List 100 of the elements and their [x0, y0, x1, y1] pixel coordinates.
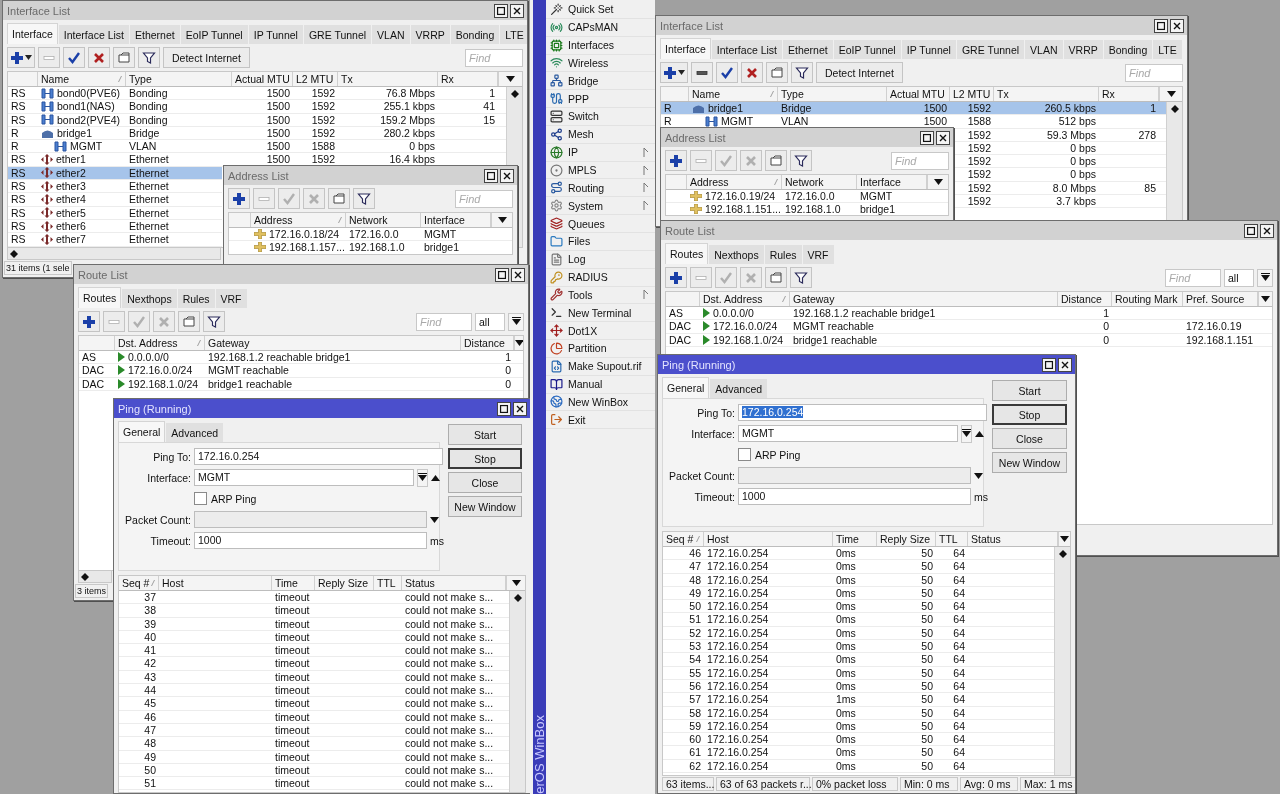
enable-button[interactable]: [63, 47, 85, 68]
column-header[interactable]: Routing Mark: [1112, 292, 1183, 306]
column-header[interactable]: Time: [833, 532, 877, 546]
column-header[interactable]: Tx: [338, 72, 438, 86]
tab[interactable]: GRE Tunnel: [303, 25, 372, 44]
find-field[interactable]: Find: [891, 151, 949, 170]
enable-button[interactable]: [716, 62, 738, 83]
column-header[interactable]: Dst. Address: [700, 292, 790, 306]
menu-item[interactable]: Manual: [546, 375, 655, 394]
tab[interactable]: Interface: [660, 38, 711, 59]
horizontal-scrollbar[interactable]: [7, 248, 221, 260]
push-button[interactable]: New Window: [992, 452, 1067, 473]
column-header[interactable]: Interface: [857, 175, 927, 189]
find-field[interactable]: Find: [1165, 268, 1221, 287]
column-header[interactable]: Actual MTU: [232, 72, 293, 86]
find-field[interactable]: Find: [1125, 63, 1183, 82]
column-header[interactable]: Seq #: [119, 576, 159, 590]
find-field[interactable]: Find: [416, 312, 472, 331]
tab[interactable]: VLAN: [372, 25, 410, 44]
column-header[interactable]: Status: [968, 532, 1058, 546]
column-menu-button[interactable]: [514, 336, 523, 350]
close-icon[interactable]: [510, 3, 524, 18]
scope-dropdown[interactable]: all: [475, 312, 505, 331]
tab[interactable]: Ethernet: [783, 40, 833, 59]
maximize-icon[interactable]: [1042, 357, 1056, 372]
ping-to-field[interactable]: 172.16.0.254: [194, 448, 443, 465]
close-icon[interactable]: [1170, 18, 1184, 33]
menu-item[interactable]: Queues: [546, 215, 655, 233]
add-button[interactable]: [665, 150, 687, 171]
find-field[interactable]: Find: [455, 189, 513, 208]
column-header[interactable]: Status: [402, 576, 506, 590]
tab[interactable]: IP Tunnel: [248, 25, 303, 44]
add-button[interactable]: [78, 311, 100, 332]
tab[interactable]: Interface List: [711, 40, 782, 59]
column-header[interactable]: Name: [689, 87, 778, 101]
add-menu-button[interactable]: [7, 47, 35, 68]
column-header[interactable]: Address: [251, 213, 346, 227]
column-header[interactable]: Address: [687, 175, 782, 189]
horizontal-scrollbar[interactable]: [78, 571, 112, 583]
menu-item[interactable]: Routing: [546, 179, 655, 198]
column-header[interactable]: Time: [272, 576, 315, 590]
column-header[interactable]: Dst. Address: [115, 336, 205, 350]
close-icon[interactable]: [513, 401, 527, 416]
tab[interactable]: VRRP: [410, 25, 450, 44]
column-header[interactable]: Type: [778, 87, 887, 101]
menu-item[interactable]: Interfaces: [546, 36, 655, 55]
filter-button[interactable]: [790, 150, 812, 171]
tab[interactable]: Nexthops: [709, 245, 764, 264]
dropdown-button[interactable]: [1257, 268, 1273, 287]
menu-item[interactable]: Switch: [546, 108, 655, 126]
scrollbar[interactable]: [509, 591, 525, 792]
tab[interactable]: Rules: [764, 245, 802, 264]
tab[interactable]: Bonding: [450, 25, 500, 44]
tab[interactable]: Ethernet: [130, 25, 180, 44]
disable-button[interactable]: [741, 62, 763, 83]
close-icon[interactable]: [500, 168, 514, 183]
timeout-field[interactable]: 1000: [738, 488, 971, 505]
tab[interactable]: VRF: [802, 245, 834, 264]
add-button[interactable]: [665, 267, 687, 288]
tab[interactable]: Bonding: [1103, 40, 1153, 59]
close-icon[interactable]: [936, 130, 950, 145]
column-header[interactable]: Distance: [1058, 292, 1112, 306]
scope-dropdown[interactable]: all: [1224, 268, 1254, 287]
remove-button[interactable]: [691, 62, 713, 83]
tab[interactable]: Routes: [78, 287, 122, 308]
tab[interactable]: EoIP Tunnel: [833, 40, 901, 59]
menu-item[interactable]: Log: [546, 250, 655, 269]
column-header[interactable]: Network: [782, 175, 857, 189]
menu-item[interactable]: System: [546, 197, 655, 216]
column-header[interactable]: TTL: [374, 576, 402, 590]
maximize-icon[interactable]: [494, 3, 508, 18]
push-button[interactable]: Stop: [992, 404, 1067, 425]
find-field[interactable]: Find: [465, 48, 523, 67]
tab[interactable]: Advanced: [710, 379, 768, 398]
tab[interactable]: VLAN: [1025, 40, 1063, 59]
menu-item[interactable]: MPLS: [546, 161, 655, 180]
disable-button[interactable]: [88, 47, 110, 68]
selected-row[interactable]: R bridge1 Bridge 1500 1592 260.5 kbps 1: [661, 102, 1166, 116]
tab[interactable]: IP Tunnel: [901, 40, 956, 59]
tab[interactable]: Interface: [7, 23, 58, 44]
filter-button[interactable]: [790, 267, 812, 288]
interface-field[interactable]: MGMT: [194, 469, 414, 486]
tab[interactable]: Nexthops: [122, 289, 177, 308]
filter-button[interactable]: [791, 62, 813, 83]
close-icon[interactable]: [511, 267, 525, 282]
tab[interactable]: Advanced: [166, 423, 224, 442]
maximize-icon[interactable]: [1154, 18, 1168, 33]
column-header[interactable]: Host: [704, 532, 833, 546]
tab[interactable]: LTE: [1153, 40, 1182, 59]
column-header[interactable]: Name: [38, 72, 126, 86]
scrollbar[interactable]: [1166, 102, 1182, 221]
column-header[interactable]: Reply Size: [315, 576, 374, 590]
menu-item[interactable]: IP: [546, 143, 655, 162]
push-button[interactable]: Start: [448, 424, 522, 445]
tab[interactable]: GRE Tunnel: [956, 40, 1025, 59]
column-header[interactable]: Reply Size: [877, 532, 936, 546]
menu-item[interactable]: Bridge: [546, 72, 655, 91]
column-header[interactable]: Host: [159, 576, 272, 590]
add-menu-button[interactable]: [660, 62, 688, 83]
column-header[interactable]: Actual MTU: [887, 87, 950, 101]
